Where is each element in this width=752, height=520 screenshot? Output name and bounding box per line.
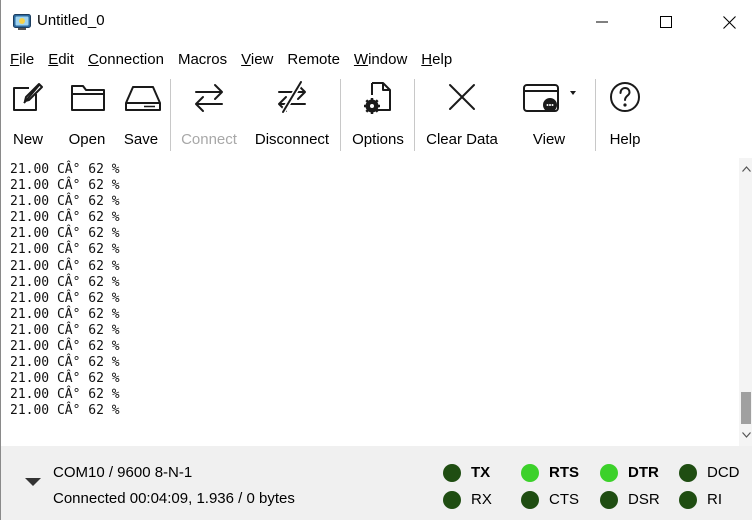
scroll-down-button[interactable] bbox=[739, 428, 752, 442]
ri-indicator bbox=[679, 491, 697, 509]
help-button[interactable]: Help bbox=[601, 75, 649, 155]
save-label: Save bbox=[123, 131, 159, 148]
dcd-indicator bbox=[679, 464, 697, 482]
clear-data-label: Clear Data bbox=[426, 131, 498, 148]
terminal-line: 21.00 CÂ° 62 % bbox=[10, 226, 120, 242]
terminal-output[interactable]: 21.00 CÂ° 62 % 21.00 CÂ° 62 % 21.00 CÂ° 62… bbox=[2, 158, 739, 446]
menu-macros[interactable]: Macros bbox=[178, 50, 227, 70]
settings-document-icon bbox=[360, 79, 396, 115]
dtr-label: DTR bbox=[628, 464, 659, 481]
connect-arrows-icon bbox=[191, 79, 227, 115]
dcd-label: DCD bbox=[707, 464, 740, 481]
menu-help[interactable]: Help bbox=[421, 50, 452, 70]
dsr-label: DSR bbox=[628, 491, 660, 508]
terminal-line: 21.00 CÂ° 62 % bbox=[10, 339, 120, 355]
scroll-up-button[interactable] bbox=[739, 162, 752, 176]
new-label: New bbox=[12, 131, 43, 148]
menu-remote[interactable]: Remote bbox=[287, 50, 340, 70]
view-button[interactable]: View bbox=[516, 75, 582, 155]
menu-edit[interactable]: Edit bbox=[48, 50, 74, 70]
disconnect-arrows-icon bbox=[274, 79, 310, 115]
terminal-line: 21.00 CÂ° 62 % bbox=[10, 290, 120, 306]
terminal-lines: 21.00 CÂ° 62 % 21.00 CÂ° 62 % 21.00 CÂ° 62… bbox=[2, 158, 739, 420]
minimize-button[interactable] bbox=[579, 0, 625, 44]
ri-label: RI bbox=[707, 491, 722, 508]
options-button[interactable]: Options bbox=[345, 75, 411, 155]
toolbar-separator bbox=[595, 79, 596, 151]
disconnect-label: Disconnect bbox=[254, 131, 330, 148]
terminal-line: 21.00 CÂ° 62 % bbox=[10, 162, 120, 177]
toolbar: New Open Save Connect Disconnect Options… bbox=[1, 75, 752, 155]
dsr-indicator bbox=[600, 491, 618, 509]
folder-icon bbox=[69, 79, 105, 115]
view-window-icon bbox=[520, 79, 578, 115]
terminal-line: 21.00 CÂ° 62 % bbox=[10, 210, 120, 226]
menu-bar: File Edit Connection Macros View Remote Window… bbox=[1, 49, 752, 71]
tx-label: TX bbox=[471, 464, 491, 481]
options-label: Options bbox=[352, 131, 404, 148]
menu-file[interactable]: File bbox=[10, 50, 34, 70]
help-label: Help bbox=[609, 131, 641, 148]
expand-arrow-icon[interactable] bbox=[25, 474, 41, 486]
connection-status-text: Connected 00:04:09, 1.936 / 0 bytes bbox=[53, 490, 295, 507]
disconnect-button[interactable]: Disconnect bbox=[248, 75, 336, 155]
terminal-line: 21.00 CÂ° 62 % bbox=[10, 306, 120, 322]
toolbar-separator bbox=[340, 79, 341, 151]
save-button[interactable]: Save bbox=[119, 75, 163, 155]
connect-label: Connect bbox=[181, 131, 237, 148]
status-bar: COM10 / 9600 8-N-1 Connected 00:04:09, 1… bbox=[1, 446, 752, 520]
toolbar-separator bbox=[170, 79, 171, 151]
scroll-thumb[interactable] bbox=[741, 392, 751, 424]
menu-window[interactable]: Window bbox=[354, 50, 407, 70]
close-button[interactable] bbox=[706, 0, 752, 44]
maximize-button[interactable] bbox=[643, 0, 689, 44]
cts-label: CTS bbox=[549, 491, 579, 508]
help-question-icon bbox=[607, 79, 643, 115]
rx-indicator bbox=[443, 491, 461, 509]
connect-button[interactable]: Connect bbox=[173, 75, 245, 155]
terminal-line: 21.00 CÂ° 62 % bbox=[10, 387, 120, 403]
new-document-icon bbox=[10, 79, 46, 115]
clear-data-button[interactable]: Clear Data bbox=[419, 75, 505, 155]
dtr-indicator bbox=[600, 464, 618, 482]
app-terminal-icon[interactable] bbox=[13, 14, 31, 30]
menu-connection[interactable]: Connection bbox=[88, 50, 164, 70]
cts-indicator bbox=[521, 491, 539, 509]
rts-indicator bbox=[521, 464, 539, 482]
terminal-line: 21.00 CÂ° 62 % bbox=[10, 258, 120, 274]
port-settings-text: COM10 / 9600 8-N-1 bbox=[53, 464, 193, 481]
rx-label: RX bbox=[471, 491, 492, 508]
terminal-line: 21.00 CÂ° 62 % bbox=[10, 194, 120, 210]
open-button[interactable]: Open bbox=[64, 75, 110, 155]
drive-icon bbox=[123, 79, 161, 115]
title-bar[interactable]: Untitled_0 bbox=[1, 0, 752, 44]
tx-indicator bbox=[443, 464, 461, 482]
toolbar-separator bbox=[414, 79, 415, 151]
terminal-line: 21.00 CÂ° 62 % bbox=[10, 355, 120, 371]
terminal-line: 21.00 CÂ° 62 % bbox=[10, 403, 120, 419]
application-window: Untitled_0 File Edit Connection Macros View R… bbox=[0, 0, 752, 520]
terminal-line: 21.00 CÂ° 62 % bbox=[10, 371, 120, 387]
window-title: Untitled_0 bbox=[37, 12, 105, 29]
new-button[interactable]: New bbox=[11, 75, 45, 155]
terminal-line: 21.00 CÂ° 62 % bbox=[10, 274, 120, 290]
rts-label: RTS bbox=[549, 464, 579, 481]
vertical-scrollbar[interactable] bbox=[739, 158, 752, 446]
menu-view[interactable]: View bbox=[241, 50, 273, 70]
terminal-line: 21.00 CÂ° 62 % bbox=[10, 322, 120, 338]
terminal-line: 21.00 CÂ° 62 % bbox=[10, 178, 120, 194]
terminal-line: 21.00 CÂ° 62 % bbox=[10, 242, 120, 258]
view-label: View bbox=[532, 131, 566, 148]
clear-x-icon bbox=[444, 79, 480, 115]
open-label: Open bbox=[68, 131, 106, 148]
